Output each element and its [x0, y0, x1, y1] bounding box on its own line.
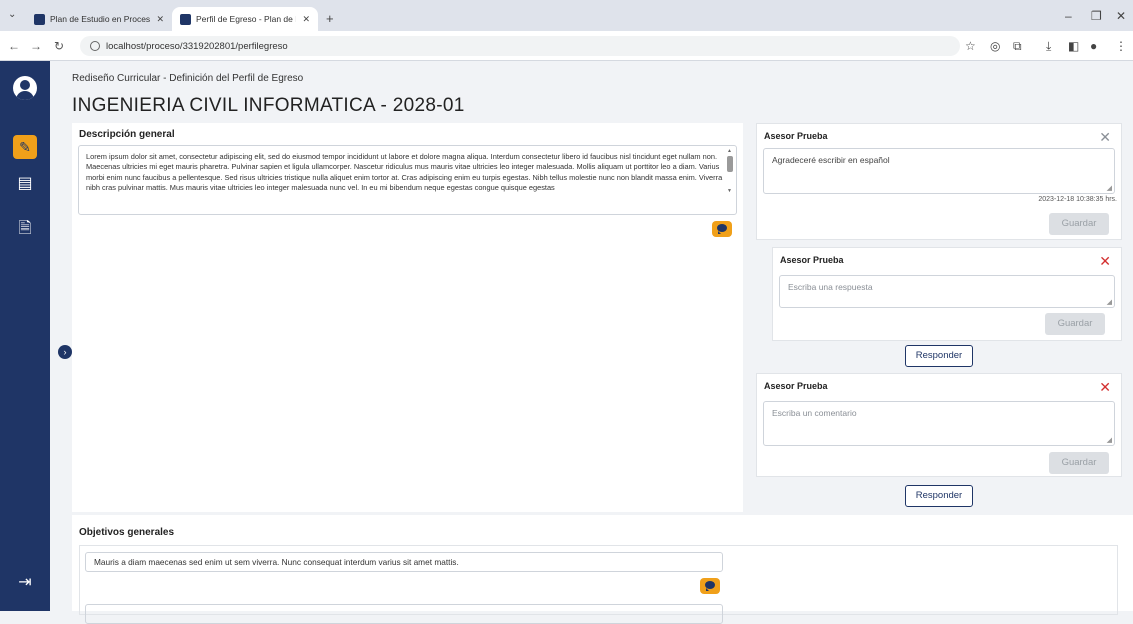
description-card: Descripción general Lorem ipsum dolor si… [72, 123, 743, 512]
description-textarea[interactable]: Lorem ipsum dolor sit amet, consectetur … [78, 145, 737, 215]
objectives-list: Mauris a diam maecenas sed enim ut sem v… [79, 545, 1118, 624]
sidepanel-icon[interactable]: ◧ [1068, 39, 1079, 53]
close-icon[interactable]: ✕ [1099, 130, 1111, 144]
extensions-puzzle-icon[interactable]: ⧉ [1013, 39, 1022, 54]
menu-icon[interactable]: ⋮ [1115, 39, 1127, 53]
tab-dropdown-icon[interactable]: ⌄ [8, 9, 16, 20]
browser-tab-plan-estudio[interactable]: Plan de Estudio en Proceso - Si ✕ [26, 7, 172, 31]
logout-icon[interactable]: ⇥ [16, 572, 34, 592]
comment-card: Asesor Prueba ✕ Escriba un comentario ◢ … [756, 373, 1122, 477]
close-icon[interactable]: ✕ [1099, 254, 1111, 268]
expand-chevron-icon[interactable]: › [58, 345, 72, 359]
comment-card: Asesor Prueba ✕ Agradeceré escribir en e… [756, 123, 1122, 240]
profile-icon[interactable]: ● [1090, 39, 1097, 53]
comment-textarea[interactable]: Escriba un comentario ◢ [763, 401, 1115, 446]
comment-author: Asesor Prueba [764, 131, 828, 141]
close-icon[interactable]: ✕ [1116, 9, 1126, 23]
comment-button[interactable] [700, 578, 720, 594]
description-text: Lorem ipsum dolor sit amet, consectetur … [86, 152, 723, 192]
objective-input[interactable]: Mauris a diam maecenas sed enim ut sem v… [85, 552, 723, 572]
save-button[interactable]: Guardar [1049, 213, 1109, 235]
objectives-card: Objetivos generales Mauris a diam maecen… [72, 515, 1133, 624]
url-text: localhost/proceso/3319202801/perfilegres… [106, 40, 288, 52]
comment-button[interactable] [712, 221, 732, 237]
objectives-heading: Objetivos generales [79, 527, 175, 538]
download-icon[interactable]: ⤓ [1046, 39, 1051, 54]
app-sidebar: ✎ ▤ 🗎 ⇥ [0, 61, 50, 611]
reply-placeholder: Escriba una respuesta [788, 282, 873, 292]
reply-button[interactable]: Responder [905, 345, 973, 367]
new-tab-icon[interactable]: + [326, 11, 334, 26]
textarea-scrollbar[interactable]: ▲ ▼ [726, 148, 734, 212]
objective-input[interactable] [85, 604, 723, 624]
restore-icon[interactable]: ❐ [1091, 9, 1102, 23]
breadcrumb: Rediseño Curricular - Definición del Per… [72, 73, 304, 84]
comment-date: 2023-12-18 10:38:35 hrs. [1038, 196, 1117, 203]
browser-tab-perfil-egreso[interactable]: Perfil de Egreso - Plan de Estud ✕ [172, 7, 318, 31]
bookmark-star-icon[interactable]: ☆ [965, 39, 976, 53]
scrollbar-thumb[interactable] [727, 156, 733, 172]
reload-icon[interactable]: ↻ [54, 39, 64, 53]
tab-title: Perfil de Egreso - Plan de Estud [196, 14, 296, 24]
user-avatar-icon[interactable] [13, 76, 37, 100]
site-favicon-icon [34, 13, 45, 25]
reply-card: Asesor Prueba ✕ Escriba una respuesta ◢ … [772, 247, 1122, 341]
minimize-icon[interactable]: – [1065, 9, 1072, 23]
extension-icon[interactable]: ◎ [990, 39, 1000, 53]
close-tab-icon[interactable]: ✕ [156, 14, 164, 25]
comment-author: Asesor Prueba [764, 381, 828, 391]
document-list-icon[interactable]: ▤ [16, 173, 34, 193]
comment-placeholder: Escriba un comentario [772, 408, 857, 418]
description-heading: Descripción general [79, 129, 175, 140]
browser-toolbar: ← → ↻ localhost/proceso/3319202801/perfi… [0, 31, 1133, 61]
save-button[interactable]: Guardar [1045, 313, 1105, 335]
reply-button[interactable]: Responder [905, 485, 973, 507]
file-icon[interactable]: 🗎 [16, 217, 34, 244]
page-title: INGENIERIA CIVIL INFORMATICA - 2028-01 [72, 95, 465, 116]
address-bar[interactable]: localhost/proceso/3319202801/perfilegres… [80, 36, 960, 56]
back-icon[interactable]: ← [8, 39, 20, 53]
save-button[interactable]: Guardar [1049, 452, 1109, 474]
close-tab-icon[interactable]: ✕ [302, 14, 310, 25]
comment-textarea[interactable]: Agradeceré escribir en español ◢ [763, 148, 1115, 194]
site-info-icon[interactable] [90, 41, 100, 51]
close-icon[interactable]: ✕ [1099, 380, 1111, 394]
edit-icon[interactable]: ✎ [13, 135, 37, 159]
tab-title: Plan de Estudio en Proceso - Si [50, 14, 151, 24]
reply-textarea[interactable]: Escriba una respuesta ◢ [779, 275, 1115, 308]
comment-author: Asesor Prueba [780, 255, 844, 265]
forward-icon[interactable]: → [30, 39, 42, 53]
site-favicon-icon [180, 13, 191, 25]
browser-tab-bar: ⌄ Plan de Estudio en Proceso - Si ✕ Perf… [0, 0, 1133, 31]
comment-text: Agradeceré escribir en español [772, 155, 890, 165]
